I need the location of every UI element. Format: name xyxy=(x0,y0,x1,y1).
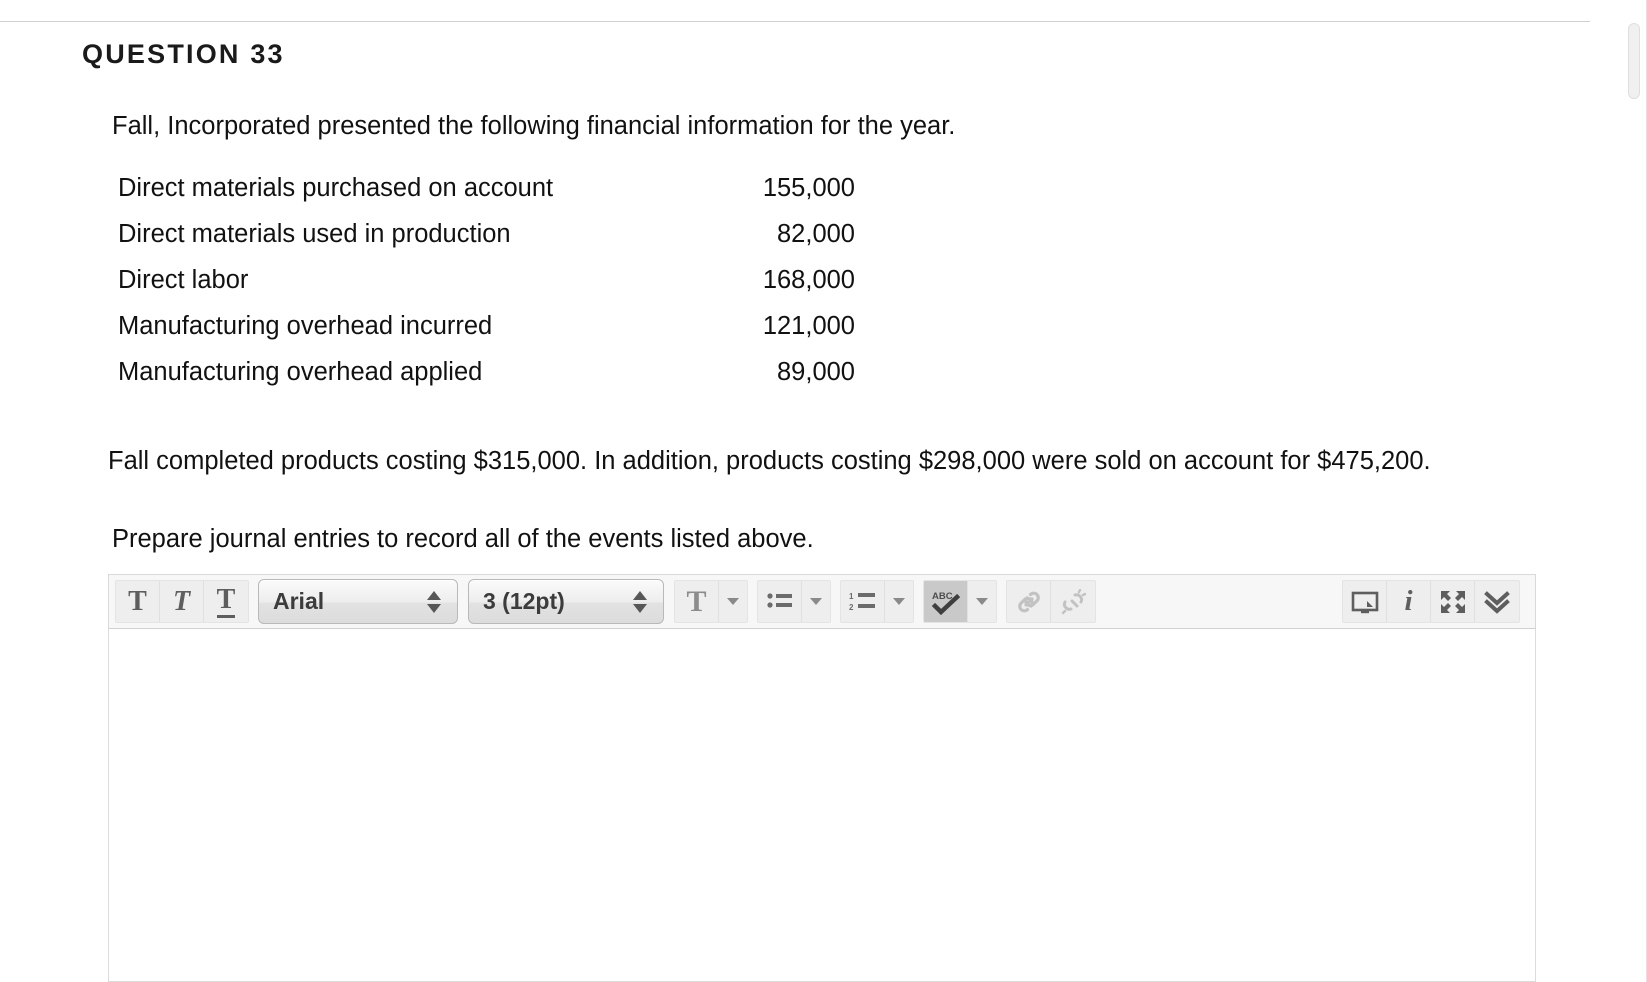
row-amount: 121,000 xyxy=(762,311,855,340)
info-icon: i xyxy=(1404,585,1413,617)
editor-text-area[interactable] xyxy=(108,629,1536,982)
chevron-double-down-icon xyxy=(1484,590,1510,614)
font-size-select[interactable]: 3 (12pt) xyxy=(468,579,664,624)
chevron-up-icon xyxy=(427,590,441,600)
font-family-value: Arial xyxy=(273,588,325,614)
link-icon xyxy=(1017,591,1040,612)
preview-button[interactable] xyxy=(1343,581,1387,622)
table-row: Direct materials purchased on account 15… xyxy=(118,165,860,211)
intro-text: Fall, Incorporated presented the followi… xyxy=(112,112,956,140)
chevron-down-icon xyxy=(976,598,988,605)
page-scrollbar-thumb[interactable] xyxy=(1628,23,1640,99)
row-amount: 82,000 xyxy=(777,219,855,248)
remove-link-button[interactable] xyxy=(1051,581,1095,622)
font-size-value: 3 (12pt) xyxy=(483,588,565,614)
table-row: Manufacturing overhead applied 89,000 xyxy=(118,349,860,395)
numbered-list-group: 1 2 xyxy=(840,580,914,623)
editor-utility-group: i xyxy=(1342,580,1520,623)
bullet-list-dropdown-button[interactable] xyxy=(802,581,830,622)
chevron-down-icon xyxy=(893,598,905,605)
scenario-paragraph: Fall completed products costing $315,000… xyxy=(108,447,1431,475)
text-color-icon: T xyxy=(686,584,707,618)
editor-toolbar: T T T Arial 3 (12pt) T 1 2 ABC i xyxy=(108,574,1536,629)
text-style-group: T T T xyxy=(115,580,249,623)
spellcheck-icon: ABC xyxy=(931,591,960,615)
italic-icon: T xyxy=(172,585,191,617)
table-row: Direct materials used in production 82,0… xyxy=(118,211,860,257)
numbered-list-button[interactable]: 1 2 xyxy=(841,581,885,622)
row-amount: 155,000 xyxy=(762,173,855,202)
bullet-list-group xyxy=(757,580,831,623)
page-frame: QUESTION 33 Fall, Incorporated presented… xyxy=(0,0,1647,982)
bold-button[interactable]: T xyxy=(116,581,160,622)
page-scrollbar-track[interactable] xyxy=(1627,21,1641,982)
numbered-list-icon: 1 2 xyxy=(849,592,875,612)
chevron-down-icon xyxy=(727,598,739,605)
row-label: Direct materials used in production xyxy=(118,219,511,248)
chevron-down-icon xyxy=(427,603,441,613)
financial-data-table: Direct materials purchased on account 15… xyxy=(118,165,860,395)
row-amount: 89,000 xyxy=(777,357,855,386)
unlink-icon xyxy=(1061,588,1087,614)
instruction-paragraph: Prepare journal entries to record all of… xyxy=(112,525,814,553)
row-label: Direct materials purchased on account xyxy=(118,173,554,202)
table-row: Manufacturing overhead incurred 121,000 xyxy=(118,303,860,349)
row-label: Manufacturing overhead incurred xyxy=(118,311,493,340)
chevron-down-icon xyxy=(633,603,647,613)
text-color-button[interactable]: T xyxy=(675,581,719,622)
underline-icon: T xyxy=(216,585,236,618)
svg-text:2: 2 xyxy=(849,603,854,612)
rich-text-editor: T T T Arial 3 (12pt) T 1 2 ABC i xyxy=(108,574,1536,982)
chevron-down-icon xyxy=(810,598,822,605)
link-group xyxy=(1006,580,1096,623)
svg-text:ABC: ABC xyxy=(932,591,953,602)
bold-icon: T xyxy=(128,585,147,617)
info-button[interactable]: i xyxy=(1387,581,1431,622)
row-amount: 168,000 xyxy=(762,265,855,294)
numbered-list-dropdown-button[interactable] xyxy=(885,581,913,622)
stepper-icon[interactable] xyxy=(625,590,663,613)
text-color-group: T xyxy=(674,580,748,623)
stepper-icon[interactable] xyxy=(419,590,457,613)
page-title: QUESTION 33 xyxy=(82,39,285,69)
fullscreen-button[interactable] xyxy=(1431,581,1475,622)
row-label: Manufacturing overhead applied xyxy=(118,357,483,386)
row-label: Direct labor xyxy=(118,265,249,294)
screen-preview-icon xyxy=(1351,591,1378,613)
expand-arrows-icon xyxy=(1440,590,1465,613)
insert-link-button[interactable] xyxy=(1007,581,1051,622)
spellcheck-button[interactable]: ABC xyxy=(924,581,968,622)
table-row: Direct labor 168,000 xyxy=(118,257,860,303)
underline-button[interactable]: T xyxy=(204,581,248,622)
expand-toolbar-button[interactable] xyxy=(1475,581,1519,622)
svg-text:1: 1 xyxy=(849,592,854,601)
question-content: QUESTION 33 Fall, Incorporated presented… xyxy=(0,22,1590,982)
spellcheck-group: ABC xyxy=(923,580,997,623)
chevron-up-icon xyxy=(633,590,647,600)
text-color-dropdown-button[interactable] xyxy=(719,581,747,622)
bullet-list-icon xyxy=(766,592,792,608)
spellcheck-dropdown-button[interactable] xyxy=(968,581,996,622)
bullet-list-button[interactable] xyxy=(758,581,802,622)
font-family-select[interactable]: Arial xyxy=(258,579,458,624)
italic-button[interactable]: T xyxy=(160,581,204,622)
